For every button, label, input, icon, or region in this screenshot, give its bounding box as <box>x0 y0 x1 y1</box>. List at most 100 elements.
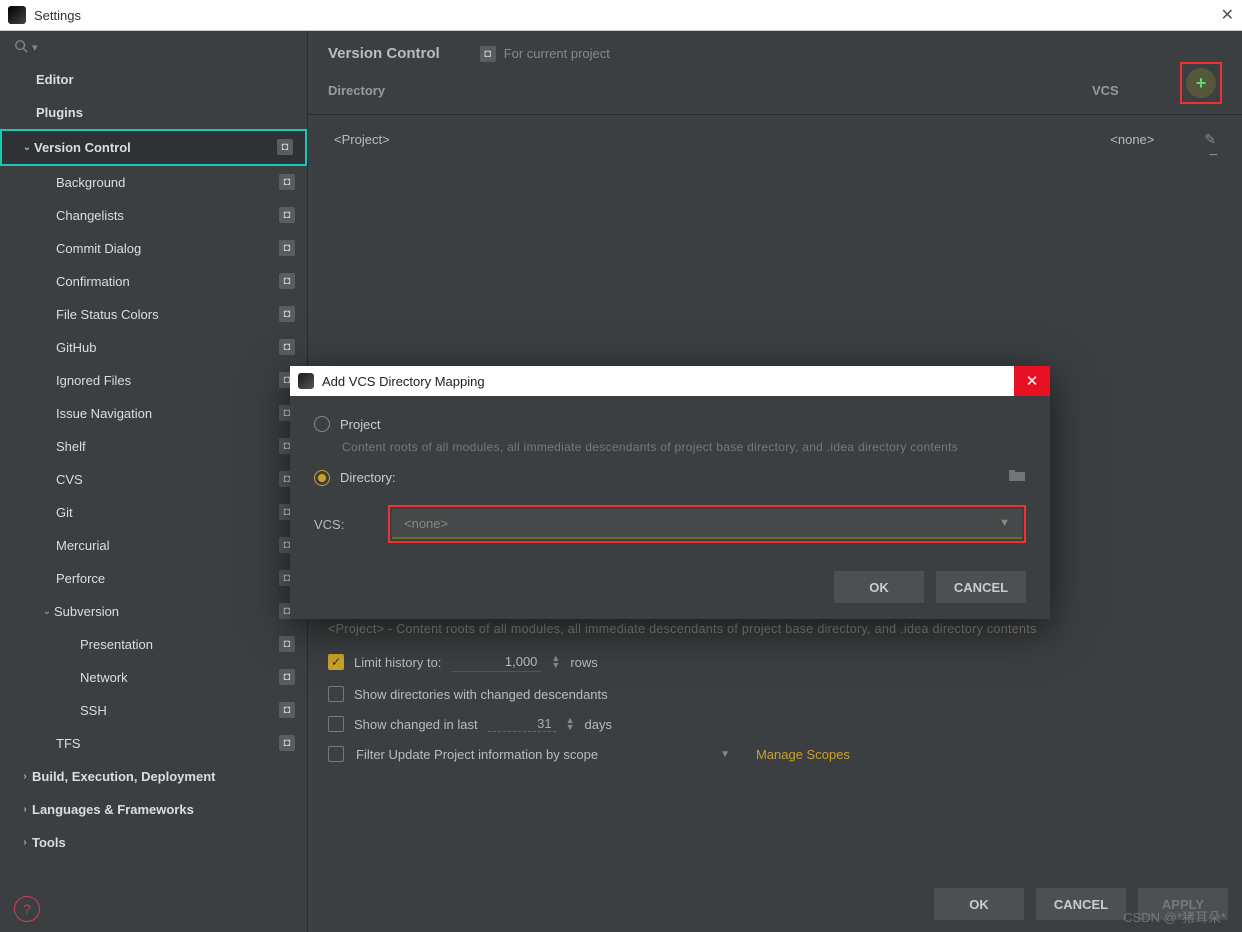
manage-scopes-link[interactable]: Manage Scopes <box>756 747 850 762</box>
chevron-down-icon: ▼ <box>999 517 1010 529</box>
sidebar-item-background[interactable]: Background◘ <box>0 166 307 199</box>
ok-button[interactable]: OK <box>934 888 1024 920</box>
remove-mapping-button[interactable]: − <box>1209 147 1218 165</box>
app-logo-icon <box>8 6 26 24</box>
show-changed-unit: days <box>585 717 612 732</box>
project-radio-label: Project <box>340 417 380 432</box>
project-description: <Project> - Content roots of all modules… <box>328 622 1222 636</box>
sidebar-item-git[interactable]: Git◘ <box>0 496 307 529</box>
project-scope-icon: ◘ <box>277 139 293 155</box>
vcs-table-header: Directory VCS + <box>308 72 1242 115</box>
show-descendants-checkbox[interactable] <box>328 686 344 702</box>
vcs-select-label: VCS: <box>314 517 374 532</box>
sidebar-item-issue-navigation[interactable]: Issue Navigation◘ <box>0 397 307 430</box>
days-stepper[interactable]: ▲▼ <box>566 717 575 731</box>
directory-radio-row[interactable]: Directory: <box>314 468 1026 487</box>
limit-stepper[interactable]: ▲▼ <box>551 655 560 669</box>
limit-history-label: Limit history to: <box>354 655 441 670</box>
sidebar-item-label: GitHub <box>56 340 96 355</box>
directory-radio[interactable] <box>314 470 330 486</box>
modal-ok-button[interactable]: OK <box>834 571 924 603</box>
add-vcs-modal: Add VCS Directory Mapping ✕ Project Cont… <box>290 366 1050 619</box>
sidebar-item-github[interactable]: GitHub ◘ <box>0 331 307 364</box>
main-area: ▾ EditorPlugins ⌄ Version Control ◘ Backgrou… <box>0 31 1242 932</box>
settings-sidebar: ▾ EditorPlugins ⌄ Version Control ◘ Backgrou… <box>0 31 308 932</box>
vcs-table-row[interactable]: <Project> <none> ✎ <box>308 115 1242 164</box>
sidebar-item-subversion[interactable]: ⌄Subversion◘ <box>0 595 307 628</box>
sidebar-item-confirmation[interactable]: Confirmation◘ <box>0 265 307 298</box>
sidebar-item-editor[interactable]: Editor <box>0 63 307 96</box>
project-scope-icon: ◘ <box>279 339 295 355</box>
project-radio[interactable] <box>314 416 330 432</box>
modal-cancel-button[interactable]: CANCEL <box>936 571 1026 603</box>
row-directory: <Project> <box>334 132 1110 147</box>
sidebar-item-changelists[interactable]: Changelists◘ <box>0 199 307 232</box>
folder-icon[interactable] <box>1008 468 1026 487</box>
sidebar-item-label: Version Control <box>34 140 131 155</box>
add-button-highlight: + <box>1180 62 1222 104</box>
add-mapping-button[interactable]: + <box>1186 68 1216 98</box>
column-directory: Directory <box>328 83 1092 98</box>
show-changed-label: Show changed in last <box>354 717 478 732</box>
window-close-icon[interactable]: ✕ <box>1221 5 1234 25</box>
filter-label: Filter Update Project information by sco… <box>356 747 598 762</box>
page-title: Version Control <box>328 45 440 62</box>
sidebar-item-label: Ignored Files <box>56 373 131 388</box>
sidebar-item-perforce[interactable]: Perforce◘ <box>0 562 307 595</box>
search-chevron: ▾ <box>32 41 38 54</box>
edit-icon[interactable]: ✎ <box>1204 131 1216 148</box>
chevron-icon: ⌄ <box>40 606 54 617</box>
limit-history-input[interactable] <box>451 652 541 672</box>
sidebar-item-ssh[interactable]: SSH◘ <box>0 694 307 727</box>
filter-row: Filter Update Project information by sco… <box>328 746 1222 762</box>
sidebar-item-label: Shelf <box>56 439 86 454</box>
sidebar-item-shelf[interactable]: Shelf◘ <box>0 430 307 463</box>
sidebar-item-tfs[interactable]: TFS◘ <box>0 727 307 760</box>
sidebar-item-languages-frameworks[interactable]: ›Languages & Frameworks <box>0 793 307 826</box>
sidebar-item-network[interactable]: Network ◘ <box>0 661 307 694</box>
vcs-select[interactable]: <none> ▼ <box>392 509 1022 539</box>
show-descendants-label: Show directories with changed descendant… <box>354 687 608 702</box>
sidebar-item-label: Background <box>56 175 125 190</box>
sidebar-item-commit-dialog[interactable]: Commit Dialog◘ <box>0 232 307 265</box>
sidebar-item-mercurial[interactable]: Mercurial◘ <box>0 529 307 562</box>
project-scope-icon: ◘ <box>279 207 295 223</box>
project-radio-row[interactable]: Project <box>314 416 1026 432</box>
sidebar-item-file-status-colors[interactable]: File Status Colors◘ <box>0 298 307 331</box>
sidebar-item-label: Network <box>80 670 128 685</box>
modal-close-button[interactable]: ✕ <box>1014 366 1050 396</box>
sidebar-item-ignored-files[interactable]: Ignored Files◘ <box>0 364 307 397</box>
sidebar-items: EditorPlugins ⌄ Version Control ◘ Background… <box>0 63 307 886</box>
project-scope-icon: ◘ <box>279 669 295 685</box>
sidebar-item-build-execution-deployment[interactable]: ›Build, Execution, Deployment <box>0 760 307 793</box>
help-button[interactable]: ? <box>14 896 40 922</box>
search-icon <box>14 39 28 56</box>
show-changed-checkbox[interactable] <box>328 716 344 732</box>
sidebar-item-label: Mercurial <box>56 538 109 553</box>
sidebar-item-presentation[interactable]: Presentation◘ <box>0 628 307 661</box>
project-scope-icon: ◘ <box>279 735 295 751</box>
info-area: <Project> - Content roots of all modules… <box>328 622 1222 762</box>
sidebar-item-label: CVS <box>56 472 83 487</box>
sidebar-item-label: Commit Dialog <box>56 241 141 256</box>
apply-button[interactable]: APPLY <box>1138 888 1228 920</box>
sidebar-item-label: Git <box>56 505 73 520</box>
filter-checkbox[interactable] <box>328 746 344 762</box>
cancel-button[interactable]: CANCEL <box>1036 888 1126 920</box>
sidebar-search[interactable]: ▾ <box>0 31 307 63</box>
project-scope-icon: ◘ <box>279 702 295 718</box>
sidebar-item-cvs[interactable]: CVS◘ <box>0 463 307 496</box>
chevron-icon: › <box>18 804 32 815</box>
sidebar-item-plugins[interactable]: Plugins <box>0 96 307 129</box>
show-changed-input[interactable]: 31 <box>488 716 556 732</box>
sidebar-item-label: Presentation <box>80 637 153 652</box>
sidebar-item-tools[interactable]: ›Tools <box>0 826 307 859</box>
project-scope-icon: ◘ <box>279 306 295 322</box>
sidebar-item-version-control[interactable]: ⌄Version Control◘ <box>2 131 305 164</box>
sidebar-item-label: Tools <box>32 835 66 850</box>
sidebar-item-label: Build, Execution, Deployment <box>32 769 215 784</box>
scope-dropdown-icon[interactable]: ▼ <box>720 749 730 760</box>
modal-logo-icon <box>298 373 314 389</box>
limit-history-checkbox[interactable]: ✓ <box>328 654 344 670</box>
modal-titlebar: Add VCS Directory Mapping ✕ <box>290 366 1050 396</box>
